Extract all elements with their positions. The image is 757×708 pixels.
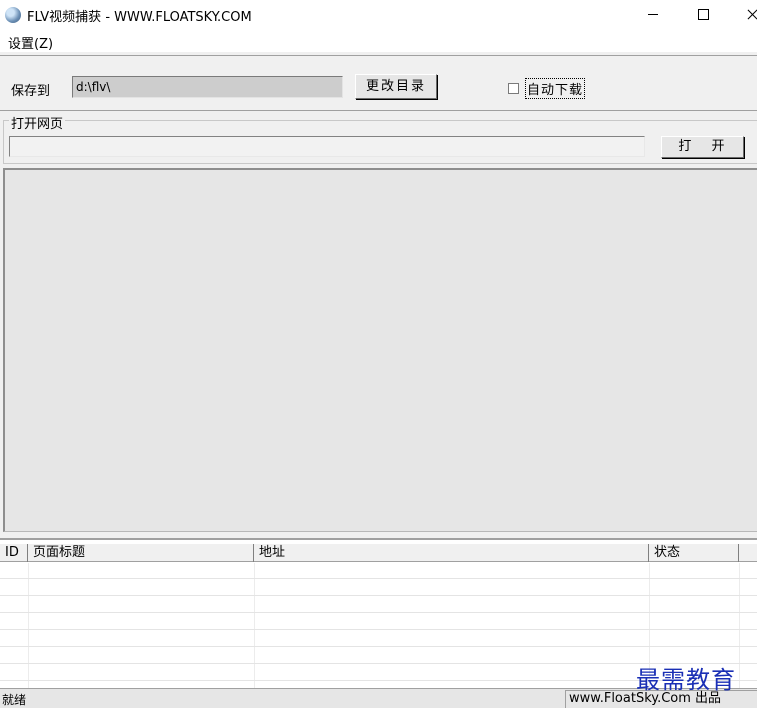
menu-settings[interactable]: 设置(Z): [8, 33, 53, 52]
status-text: 就绪: [2, 693, 27, 707]
minimize-icon[interactable]: [630, 0, 676, 30]
app-globe-icon: [5, 7, 21, 23]
save-panel: 保存到 d:\flv\ 更改目录 自动下载: [0, 55, 757, 111]
auto-download-checkbox[interactable]: [508, 83, 519, 94]
title-bar[interactable]: FLV视频捕获 - WWW.FLOATSKY.COM: [0, 0, 757, 30]
open-button[interactable]: 打 开: [661, 136, 744, 158]
list-row: [0, 597, 757, 613]
menu-bar: 设置(Z): [0, 30, 757, 52]
open-page-group-label: 打开网页: [9, 113, 66, 132]
auto-download-label[interactable]: 自动下载: [525, 78, 586, 99]
watermark-logo: 最需教育: [636, 666, 736, 694]
url-input[interactable]: [9, 136, 645, 157]
maximize-icon[interactable]: [680, 0, 726, 30]
list-row: [0, 563, 757, 579]
list-row: [0, 631, 757, 647]
column-header-id[interactable]: ID: [0, 544, 28, 562]
save-path-field: d:\flv\: [72, 76, 343, 98]
list-header: ID 页面标题 地址 状态: [0, 544, 757, 562]
list-row: [0, 614, 757, 630]
close-icon[interactable]: [730, 0, 757, 30]
list-row: [0, 580, 757, 596]
save-to-label: 保存到: [11, 84, 51, 99]
column-header-status[interactable]: 状态: [649, 544, 739, 562]
column-header-address[interactable]: 地址: [254, 544, 649, 562]
window-title: FLV视频捕获 - WWW.FLOATSKY.COM: [27, 10, 252, 25]
change-dir-button[interactable]: 更改目录: [355, 74, 437, 99]
column-header-title[interactable]: 页面标题: [28, 544, 254, 562]
browser-view[interactable]: [3, 168, 757, 532]
